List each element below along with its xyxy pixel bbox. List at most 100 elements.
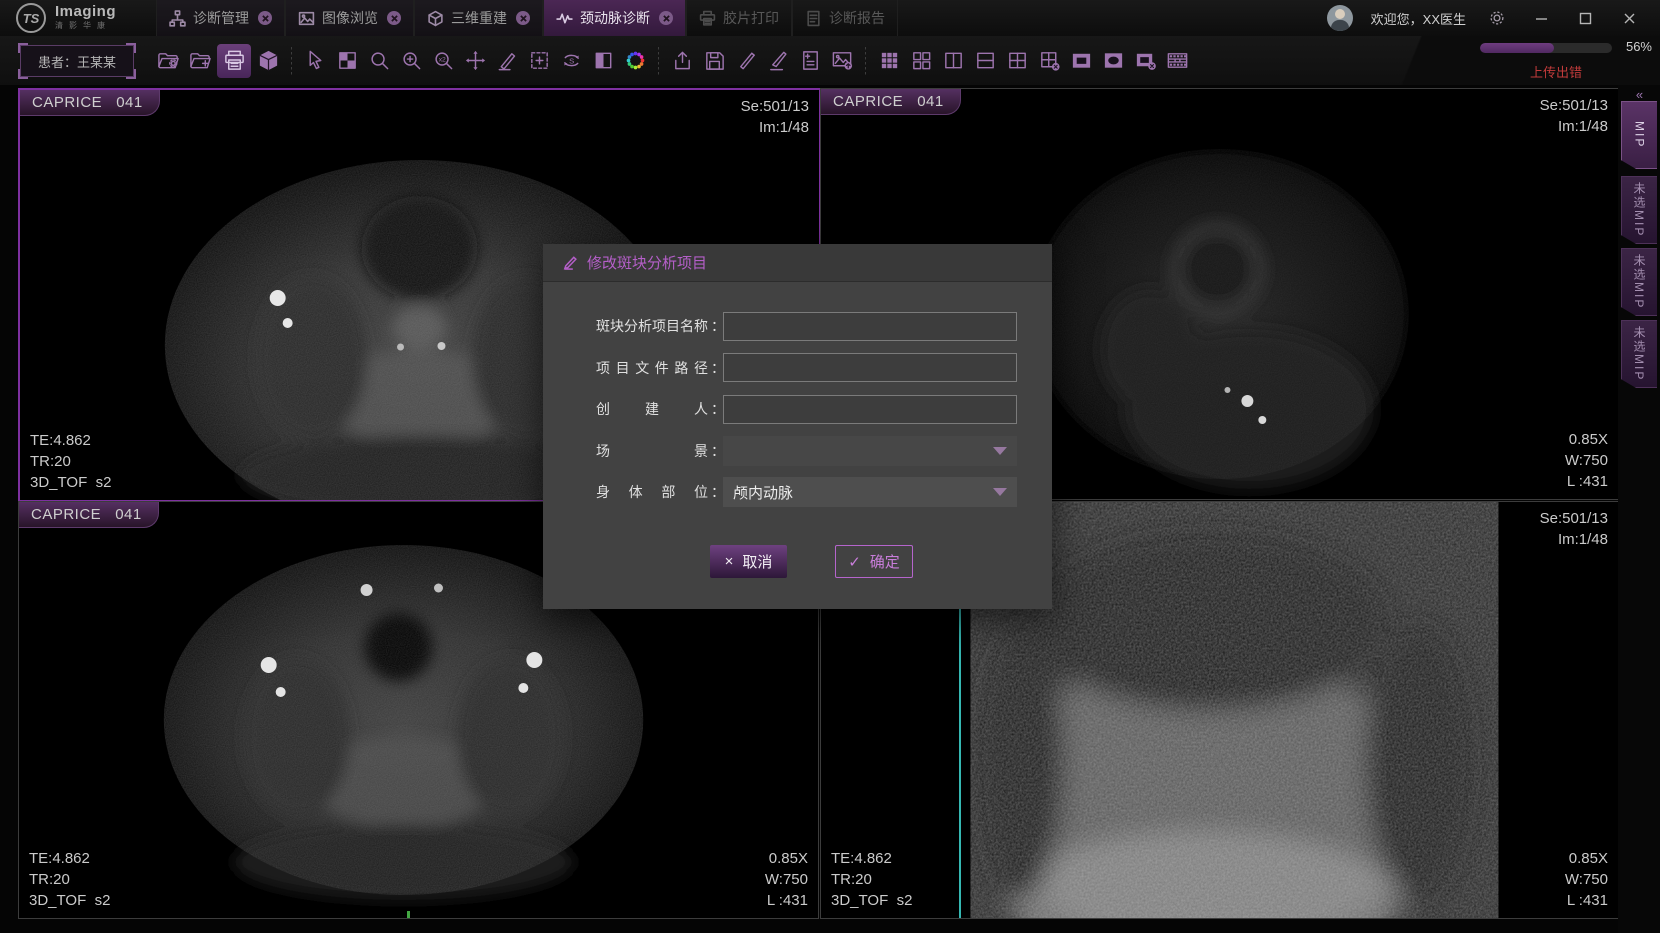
split-vertical-icon[interactable]: [938, 44, 968, 78]
side-tab-label: 未选MIP: [1631, 254, 1648, 309]
nav-tab-label: 诊断管理: [193, 8, 249, 28]
maximize-button[interactable]: [1572, 5, 1598, 31]
upload-error-text: 上传出错: [1530, 62, 1582, 81]
pan-icon[interactable]: [460, 44, 490, 78]
cancel-button[interactable]: × 取消: [710, 545, 787, 578]
window-preset-icon[interactable]: [332, 44, 362, 78]
series-name: CAPRICE: [833, 93, 903, 110]
field-label: 创建人: [596, 399, 708, 419]
series-number: 041: [115, 506, 142, 523]
magnifier-icon[interactable]: [364, 44, 394, 78]
image-export-icon[interactable]: [827, 44, 857, 78]
patient-label: 患者：王某某: [38, 52, 116, 71]
window-level-labels: 0.85XW:750L :431: [1565, 429, 1608, 492]
logo-ts-icon: TS: [16, 3, 46, 33]
minimize-button[interactable]: [1528, 5, 1554, 31]
sequence-info-labels: TE:4.862TR:203D_TOF s2: [30, 430, 111, 493]
volume-3d-icon[interactable]: [253, 44, 283, 78]
tab-close-icon[interactable]: [659, 11, 673, 25]
nav-tab-label: 诊断报告: [829, 8, 885, 28]
pen-line-icon[interactable]: [731, 44, 761, 78]
toolbar-divider: [658, 47, 659, 75]
layout-close-icon[interactable]: [1034, 44, 1064, 78]
report-add-icon[interactable]: [795, 44, 825, 78]
upload-progress-fill: [1480, 43, 1554, 53]
series-tab: CAPRICE 041: [19, 502, 159, 528]
save-icon[interactable]: [699, 44, 729, 78]
confirm-button[interactable]: ✓ 确定: [835, 545, 913, 578]
settings-gear-icon[interactable]: [1484, 5, 1510, 31]
side-tab-label: MIP: [1633, 121, 1647, 148]
dialog-title: 修改斑块分析项目: [587, 252, 707, 273]
field-input-1[interactable]: [723, 312, 1017, 341]
tab-close-icon[interactable]: [258, 11, 272, 25]
zoom-in-icon[interactable]: [396, 44, 426, 78]
collapse-panel-icon[interactable]: «: [1618, 87, 1660, 102]
view-ellipse-icon[interactable]: [1098, 44, 1128, 78]
layout-3x3-icon[interactable]: [874, 44, 904, 78]
field-select-5[interactable]: 颅内动脉: [723, 477, 1017, 507]
dialog-field-row: 场景：: [543, 436, 1052, 466]
mip-side-panel: « MIP 未选MIP 未选MIP 未选MIP: [1618, 85, 1660, 933]
cancel-x-icon: ×: [725, 553, 734, 570]
nav-tab-6: 诊断报告: [792, 0, 898, 36]
sequence-info-labels: TE:4.862TR:203D_TOF s2: [831, 848, 912, 911]
toolbar-divider: [291, 47, 292, 75]
side-tab-label: 未选MIP: [1631, 326, 1648, 381]
pen-underline-icon[interactable]: [763, 44, 793, 78]
folder-add-icon[interactable]: [185, 44, 215, 78]
field-input-3[interactable]: [723, 395, 1017, 424]
field-select-4: [723, 436, 1017, 466]
field-label: 身体部位: [596, 482, 708, 502]
field-input-2[interactable]: [723, 353, 1017, 382]
split-horizontal-icon[interactable]: [970, 44, 1000, 78]
nav-tab-5: 胶片打印: [686, 0, 792, 36]
chevron-down-icon: [993, 488, 1007, 496]
user-avatar[interactable]: [1327, 5, 1353, 31]
layout-2x2-icon[interactable]: [1002, 44, 1032, 78]
tab-close-icon[interactable]: [516, 11, 530, 25]
side-tab-mip-3[interactable]: 未选MIP: [1621, 248, 1657, 316]
window-level-labels: 0.85XW:750L :431: [1565, 848, 1608, 911]
region-add-icon[interactable]: [524, 44, 554, 78]
series-tab: CAPRICE 041: [821, 89, 961, 115]
nav-tab-4[interactable]: 颈动脉诊断: [543, 0, 686, 36]
upload-progress-bar: [1480, 43, 1612, 53]
waveform-icon: [556, 10, 573, 27]
rotate-3d-icon[interactable]: S: [556, 44, 586, 78]
dialog-field-row: 项目文件路径：: [543, 353, 1052, 383]
cancel-label: 取消: [742, 551, 772, 572]
tab-close-icon[interactable]: [387, 11, 401, 25]
nav-tab-label: 颈动脉诊断: [580, 8, 650, 28]
nav-tab-3[interactable]: 三维重建: [414, 0, 543, 36]
application-window: TS Imaging 清影华康 诊断管理图像浏览三维重建颈动脉诊断胶片打印诊断报…: [0, 0, 1660, 933]
export-icon[interactable]: [667, 44, 697, 78]
nav-tab-label: 胶片打印: [723, 8, 779, 28]
dialog-field-row: 身体部位：颅内动脉: [543, 477, 1052, 507]
side-tab-mip-2[interactable]: 未选MIP: [1621, 176, 1657, 244]
patient-badge[interactable]: 患者：王某某: [20, 45, 134, 77]
filmstrip-icon[interactable]: [1162, 44, 1192, 78]
folder-settings-icon[interactable]: [153, 44, 183, 78]
chevron-down-icon: [993, 447, 1007, 455]
view-rect-icon[interactable]: [1066, 44, 1096, 78]
side-tab-mip-4[interactable]: 未选MIP: [1621, 320, 1657, 388]
side-tab-mip-active[interactable]: MIP: [1621, 101, 1657, 169]
color-wheel-icon[interactable]: [620, 44, 650, 78]
cursor-icon[interactable]: [300, 44, 330, 78]
series-tab: CAPRICE 041: [20, 90, 160, 116]
view-rect-close-icon[interactable]: [1130, 44, 1160, 78]
titlebar-right: 欢迎您，XX医生: [1327, 0, 1660, 36]
nav-tab-1[interactable]: 诊断管理: [156, 0, 285, 36]
title-bar: TS Imaging 清影华康 诊断管理图像浏览三维重建颈动脉诊断胶片打印诊断报…: [0, 0, 1660, 37]
main-nav-tabs: 诊断管理 图像浏览三维重建 颈动脉诊断 胶片打印 诊断报告: [156, 0, 898, 36]
layout-quad-icon[interactable]: [906, 44, 936, 78]
close-button[interactable]: [1616, 5, 1642, 31]
confirm-check-icon: ✓: [848, 553, 861, 571]
zoom-2x-icon[interactable]: x2: [428, 44, 458, 78]
print-icon[interactable]: [217, 44, 251, 78]
window-level-icon[interactable]: [588, 44, 618, 78]
measure-pencil-icon[interactable]: [492, 44, 522, 78]
nav-tab-2[interactable]: 图像浏览: [285, 0, 414, 36]
select-value: 颅内动脉: [733, 482, 793, 503]
